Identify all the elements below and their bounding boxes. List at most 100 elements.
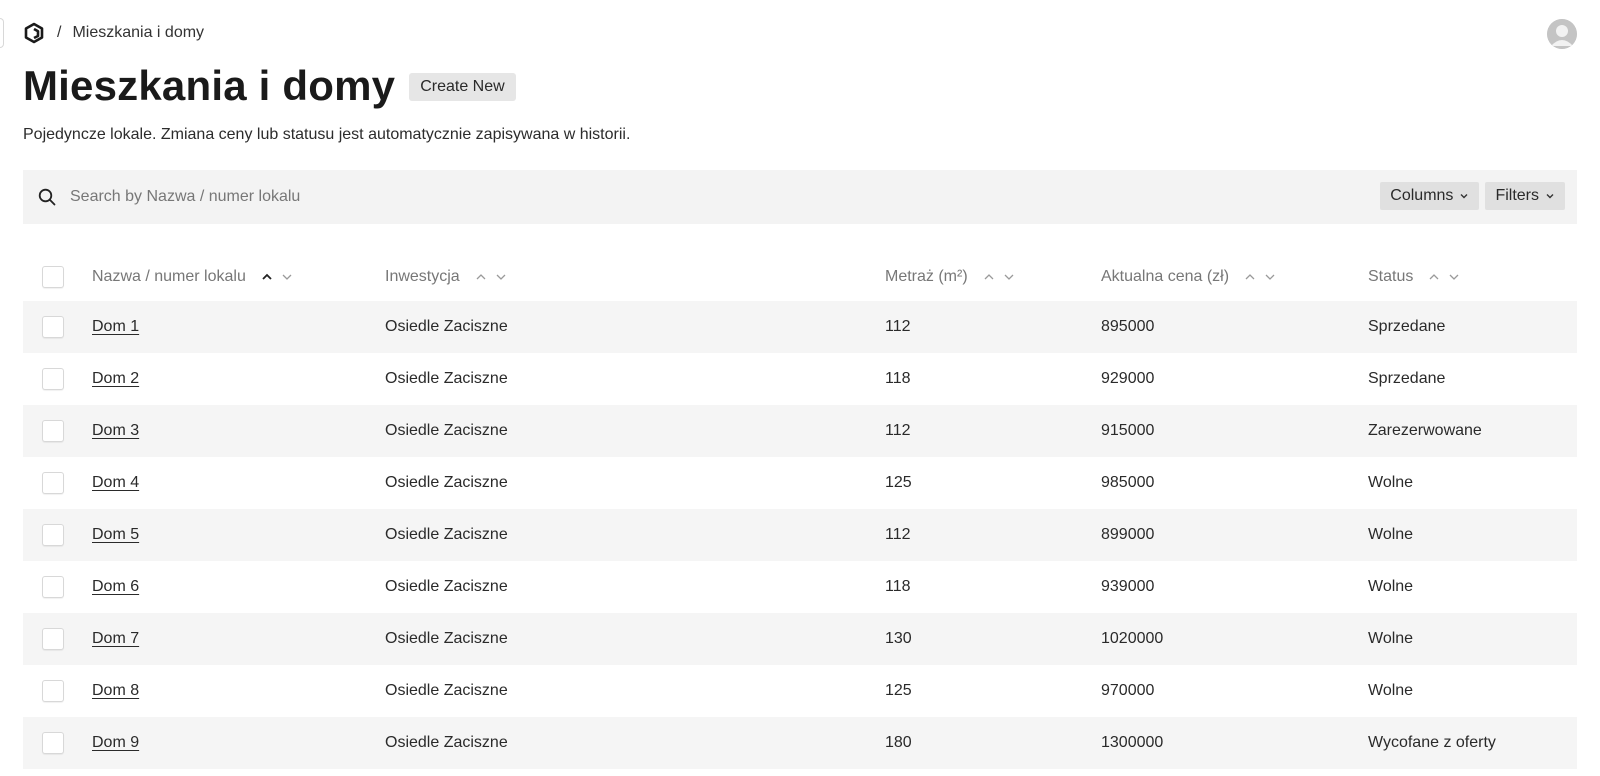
cell-status: Wolne: [1368, 578, 1414, 595]
column-header-label: Status: [1368, 268, 1414, 285]
cell-area: 125: [885, 682, 912, 699]
cell-status: Wolne: [1368, 682, 1414, 699]
row-checkbox[interactable]: [42, 628, 64, 650]
columns-button[interactable]: Columns: [1380, 182, 1480, 210]
panel-edge-handle[interactable]: [0, 18, 4, 48]
sort-controls[interactable]: [474, 270, 508, 284]
table-row[interactable]: Dom 3 Osiedle Zaciszne 112 915000 Zarezerwow…: [23, 405, 1577, 457]
row-checkbox[interactable]: [42, 524, 64, 546]
row-checkbox[interactable]: [42, 680, 64, 702]
cell-price: 915000: [1101, 422, 1155, 439]
cell-name: Dom 8: [92, 682, 139, 700]
sort-ascending-icon[interactable]: [1427, 270, 1441, 284]
sort-descending-icon[interactable]: [1263, 270, 1277, 284]
table-row[interactable]: Dom 9 Osiedle Zaciszne 180 1300000 Wycofane …: [23, 717, 1577, 769]
unit-link[interactable]: Dom 8: [92, 682, 139, 699]
column-header-label: Metraż (m²): [885, 268, 968, 285]
unit-link[interactable]: Dom 5: [92, 526, 139, 543]
cell-investment: Osiedle Zaciszne: [385, 734, 508, 751]
select-all-checkbox[interactable]: [42, 266, 64, 288]
cell-price: 929000: [1101, 370, 1155, 387]
unit-link[interactable]: Dom 7: [92, 630, 139, 647]
row-checkbox[interactable]: [42, 316, 64, 338]
cell-area: 112: [885, 526, 911, 543]
table-row[interactable]: Dom 8 Osiedle Zaciszne 125 970000 Wolne: [23, 665, 1577, 717]
row-checkbox[interactable]: [42, 576, 64, 598]
search-input[interactable]: [70, 188, 670, 206]
sort-controls[interactable]: [1427, 270, 1461, 284]
column-header-name[interactable]: Nazwa / numer lokalu: [92, 268, 294, 286]
cell-area: 118: [885, 578, 911, 595]
cell-status: Sprzedane: [1368, 370, 1446, 387]
cell-name: Dom 2: [92, 370, 139, 388]
page-title: Mieszkania i domy: [23, 62, 396, 109]
cell-area: 118: [885, 370, 911, 387]
sort-descending-icon[interactable]: [494, 270, 508, 284]
cell-price: 1300000: [1101, 734, 1164, 751]
columns-button-label: Columns: [1390, 187, 1454, 204]
cell-price: 1020000: [1101, 630, 1164, 647]
brand-logo-icon[interactable]: [23, 22, 45, 44]
cell-investment: Osiedle Zaciszne: [385, 474, 508, 491]
table-header-row: Nazwa / numer lokalu Inwestycja Metraż (…: [23, 253, 1577, 301]
table-row[interactable]: Dom 5 Osiedle Zaciszne 112 899000 Wolne: [23, 509, 1577, 561]
table-row[interactable]: Dom 6 Osiedle Zaciszne 118 939000 Wolne: [23, 561, 1577, 613]
breadcrumb-separator: /: [57, 24, 62, 41]
column-header-investment[interactable]: Inwestycja: [385, 268, 508, 286]
sort-ascending-icon[interactable]: [260, 270, 274, 284]
row-checkbox[interactable]: [42, 732, 64, 754]
cell-status: Zarezerwowane: [1368, 422, 1482, 439]
unit-link[interactable]: Dom 2: [92, 370, 139, 387]
sort-descending-icon[interactable]: [1447, 270, 1461, 284]
unit-link[interactable]: Dom 3: [92, 422, 139, 439]
table-row[interactable]: Dom 1 Osiedle Zaciszne 112 895000 Sprzedane: [23, 301, 1577, 353]
sort-descending-icon[interactable]: [280, 270, 294, 284]
chevron-down-icon: [1546, 194, 1554, 199]
table-row[interactable]: Dom 2 Osiedle Zaciszne 118 929000 Sprzedane: [23, 353, 1577, 405]
cell-name: Dom 6: [92, 578, 139, 596]
filters-button[interactable]: Filters: [1485, 182, 1565, 210]
cell-price: 939000: [1101, 578, 1155, 595]
column-header-price[interactable]: Aktualna cena (zł): [1101, 268, 1277, 286]
sort-controls[interactable]: [260, 270, 294, 284]
column-header-label: Aktualna cena (zł): [1101, 268, 1230, 285]
column-header-area[interactable]: Metraż (m²): [885, 268, 1016, 286]
sort-controls[interactable]: [1243, 270, 1277, 284]
sort-ascending-icon[interactable]: [474, 270, 488, 284]
cell-price: 985000: [1101, 474, 1155, 491]
cell-price: 899000: [1101, 526, 1155, 543]
unit-link[interactable]: Dom 6: [92, 578, 139, 595]
column-header-status[interactable]: Status: [1368, 268, 1461, 286]
cell-area: 112: [885, 422, 911, 439]
table-row[interactable]: Dom 4 Osiedle Zaciszne 125 985000 Wolne: [23, 457, 1577, 509]
cell-name: Dom 4: [92, 474, 139, 492]
row-checkbox[interactable]: [42, 420, 64, 442]
user-avatar[interactable]: [1547, 19, 1577, 49]
breadcrumb-current[interactable]: Mieszkania i domy: [72, 24, 204, 42]
row-checkbox[interactable]: [42, 368, 64, 390]
sort-ascending-icon[interactable]: [982, 270, 996, 284]
units-table: Nazwa / numer lokalu Inwestycja Metraż (…: [23, 253, 1577, 769]
column-header-label: Nazwa / numer lokalu: [92, 268, 246, 285]
table-row[interactable]: Dom 7 Osiedle Zaciszne 130 1020000 Wolne: [23, 613, 1577, 665]
unit-link[interactable]: Dom 1: [92, 318, 139, 335]
cell-status: Wolne: [1368, 526, 1414, 543]
unit-link[interactable]: Dom 4: [92, 474, 139, 491]
filters-button-label: Filters: [1495, 187, 1539, 204]
cell-price: 970000: [1101, 682, 1155, 699]
sort-controls[interactable]: [982, 270, 1016, 284]
chevron-down-icon: [1460, 194, 1468, 199]
page-description: Pojedyncze lokale. Zmiana ceny lub statu…: [23, 126, 631, 143]
unit-link[interactable]: Dom 9: [92, 734, 139, 751]
row-checkbox[interactable]: [42, 472, 64, 494]
cell-area: 180: [885, 734, 912, 751]
cell-investment: Osiedle Zaciszne: [385, 630, 508, 647]
search-icon: [38, 188, 56, 206]
sort-ascending-icon[interactable]: [1243, 270, 1257, 284]
cell-name: Dom 3: [92, 422, 139, 440]
cell-status: Sprzedane: [1368, 318, 1446, 335]
sort-descending-icon[interactable]: [1002, 270, 1016, 284]
topbar: / Mieszkania i domy: [23, 19, 1577, 49]
title-row: Mieszkania i domy Create New: [23, 60, 516, 112]
create-new-button[interactable]: Create New: [409, 73, 516, 101]
